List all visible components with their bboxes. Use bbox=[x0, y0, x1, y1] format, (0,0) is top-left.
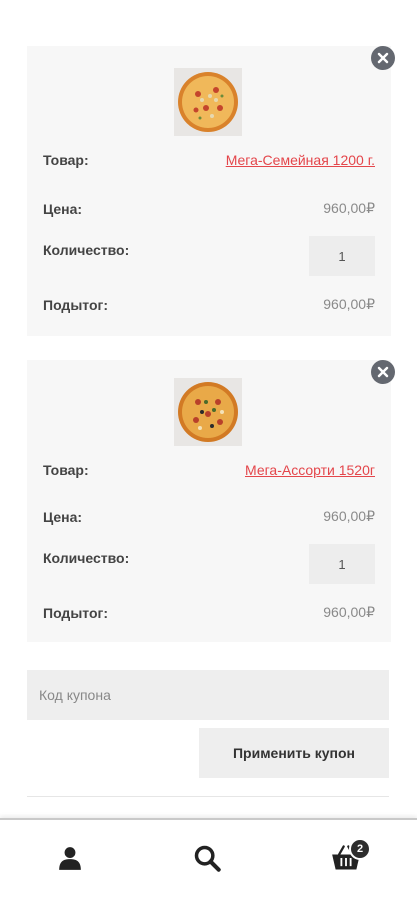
price-row: Цена: 960,00₽ bbox=[43, 200, 375, 217]
user-icon bbox=[59, 847, 81, 870]
pizza-image bbox=[178, 72, 238, 132]
search-button[interactable] bbox=[191, 842, 223, 874]
remove-item-button[interactable] bbox=[371, 46, 395, 70]
subtotal-row: Подытог: 960,00₽ bbox=[43, 604, 375, 621]
price-row: Цена: 960,00₽ bbox=[43, 508, 375, 525]
cart-count-badge: 2 bbox=[349, 838, 371, 860]
pizza-image bbox=[178, 382, 238, 442]
close-icon bbox=[377, 52, 389, 64]
divider bbox=[27, 796, 389, 797]
subtotal-row: Подытог: 960,00₽ bbox=[43, 296, 375, 313]
price-value: 960,00₽ bbox=[323, 200, 375, 216]
cart-item: Товар: Мега-Семейная 1200 г. Цена: 960,0… bbox=[27, 46, 395, 336]
quantity-input[interactable]: 1 bbox=[309, 544, 375, 584]
bottom-navigation: 2 bbox=[0, 818, 417, 900]
price-label: Цена: bbox=[43, 200, 83, 217]
account-button[interactable] bbox=[54, 842, 86, 874]
remove-item-button[interactable] bbox=[371, 360, 395, 384]
subtotal-label: Подытог: bbox=[43, 296, 108, 313]
subtotal-value: 960,00₽ bbox=[323, 604, 375, 620]
product-row: Товар: Мега-Семейная 1200 г. bbox=[43, 152, 375, 168]
quantity-input[interactable]: 1 bbox=[309, 236, 375, 276]
product-thumbnail[interactable] bbox=[174, 68, 242, 136]
quantity-row: Количество: 1 bbox=[43, 544, 375, 584]
search-icon bbox=[194, 845, 221, 872]
product-label: Товар: bbox=[43, 152, 89, 168]
subtotal-label: Подытог: bbox=[43, 604, 108, 621]
apply-coupon-button[interactable]: Применить купон bbox=[199, 728, 389, 778]
quantity-label: Количество: bbox=[43, 242, 130, 258]
product-link[interactable]: Мега-Семейная 1200 г. bbox=[226, 152, 375, 168]
coupon-input[interactable]: Код купона bbox=[27, 670, 389, 720]
price-label: Цена: bbox=[43, 508, 83, 525]
product-link[interactable]: Мега-Ассорти 1520г bbox=[245, 462, 375, 478]
product-row: Товар: Мега-Ассорти 1520г bbox=[43, 462, 375, 478]
quantity-row: Количество: 1 bbox=[43, 236, 375, 276]
subtotal-value: 960,00₽ bbox=[323, 296, 375, 312]
close-icon bbox=[377, 366, 389, 378]
product-label: Товар: bbox=[43, 462, 89, 478]
cart-item: Товар: Мега-Ассорти 1520г Цена: 960,00₽ … bbox=[27, 360, 395, 642]
product-thumbnail[interactable] bbox=[174, 378, 242, 446]
quantity-label: Количество: bbox=[43, 550, 130, 566]
price-value: 960,00₽ bbox=[323, 508, 375, 524]
